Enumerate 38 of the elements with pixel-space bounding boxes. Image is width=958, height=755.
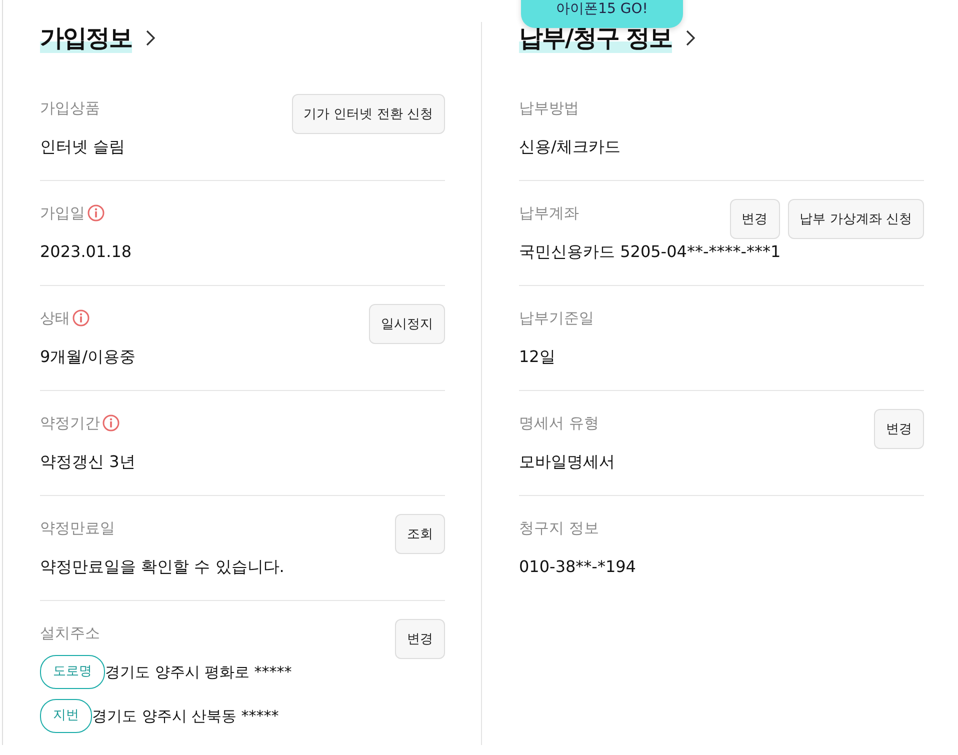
field-label: 납부계좌 [519,203,579,224]
action-button[interactable]: 변경 [395,619,445,659]
field-value: 모바일명세서 [519,451,615,473]
field-label: 가입상품 [40,98,100,119]
address-text: 경기도 양주시 산북동 ***** [92,706,279,726]
field-value: 2023.01.18 [40,241,132,263]
field-label: 청구지 정보 [519,518,599,539]
field-label: 가입일 [40,203,85,224]
address-text: 경기도 양주시 평화로 ***** [105,662,292,682]
field-value: 9개월/이용중 [40,346,136,368]
action-button[interactable]: 납부 가상계좌 신청 [788,199,924,239]
field-label: 설치주소 [40,623,100,644]
action-button[interactable]: 변경 [874,409,924,449]
info-icon[interactable] [102,414,120,432]
field-label: 약정기간 [40,413,100,434]
field-value: 약정갱신 3년 [40,451,136,473]
promo-banner[interactable]: 아이폰15 GO! [521,0,683,28]
action-button[interactable]: 조회 [395,514,445,554]
field-label: 상태 [40,308,70,329]
info-icon[interactable] [72,309,90,327]
field-label: 납부방법 [519,98,579,119]
field-value: 국민신용카드 5205-04**-****-***1 [519,241,781,263]
field-value: 010-38**-*194 [519,556,636,578]
chevron-right-icon[interactable] [684,29,696,47]
field-label: 명세서 유형 [519,413,599,434]
info-icon[interactable] [87,204,105,222]
field-value: 인터넷 슬림 [40,136,126,158]
address-type-tag: 도로명 [40,655,105,689]
address-type-tag: 지번 [40,699,92,733]
field-value: 약정만료일을 확인할 수 있습니다. [40,556,284,578]
chevron-right-icon[interactable] [144,29,156,47]
field-value: 12일 [519,346,556,368]
field-value: 신용/체크카드 [519,136,620,158]
action-button[interactable]: 일시정지 [369,304,445,344]
field-label: 납부기준일 [519,308,594,329]
action-button[interactable]: 변경 [730,199,780,239]
field-label: 약정만료일 [40,518,115,539]
action-button[interactable]: 기가 인터넷 전환 신청 [292,94,445,134]
